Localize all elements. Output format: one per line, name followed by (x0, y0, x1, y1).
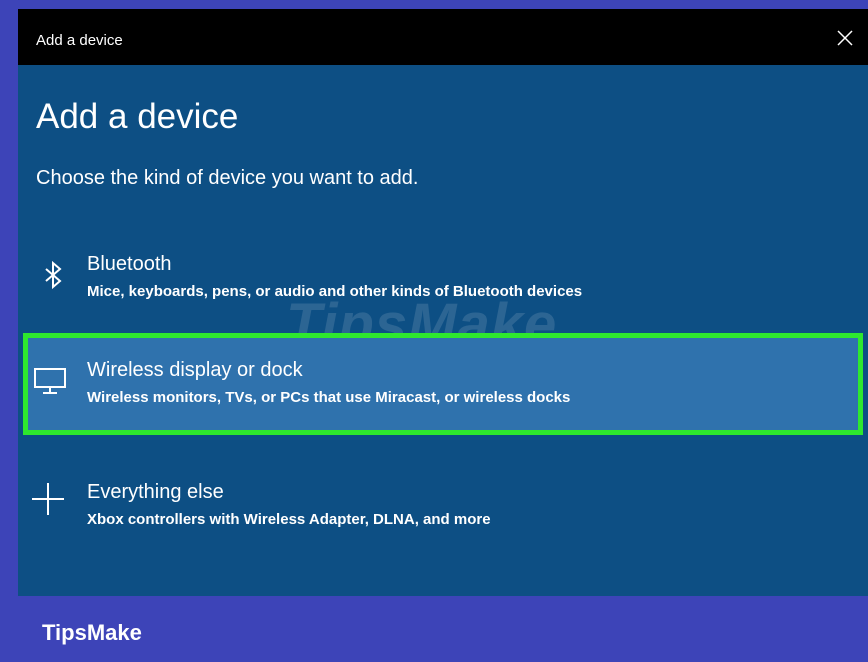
option-description: Wireless monitors, TVs, or PCs that use … (87, 389, 571, 406)
title-bar: Add a device (18, 9, 868, 65)
page-subtitle: Choose the kind of device you want to ad… (36, 167, 419, 189)
option-description: Mice, keyboards, pens, or audio and othe… (87, 283, 583, 300)
brand-logo-text: TipsMake (42, 620, 142, 645)
close-button[interactable] (830, 23, 860, 53)
option-title: Bluetooth (87, 253, 172, 275)
page-title: Add a device (36, 97, 239, 136)
option-bluetooth[interactable]: Bluetooth Mice, keyboards, pens, or audi… (18, 231, 868, 323)
window-title: Add a device (36, 32, 123, 49)
option-description: Xbox controllers with Wireless Adapter, … (87, 511, 491, 528)
option-wireless-display[interactable]: Wireless display or dock Wireless monito… (23, 333, 863, 435)
option-title: Everything else (87, 481, 224, 503)
close-icon (837, 30, 853, 46)
monitor-icon (34, 368, 66, 394)
add-device-dialog: Add a device Add a device Choose the kin… (18, 9, 868, 596)
option-everything-else[interactable]: Everything else Xbox controllers with Wi… (18, 461, 868, 553)
option-title: Wireless display or dock (87, 359, 303, 381)
frame-top (0, 0, 868, 9)
bluetooth-icon (45, 260, 62, 290)
plus-icon (32, 483, 64, 515)
